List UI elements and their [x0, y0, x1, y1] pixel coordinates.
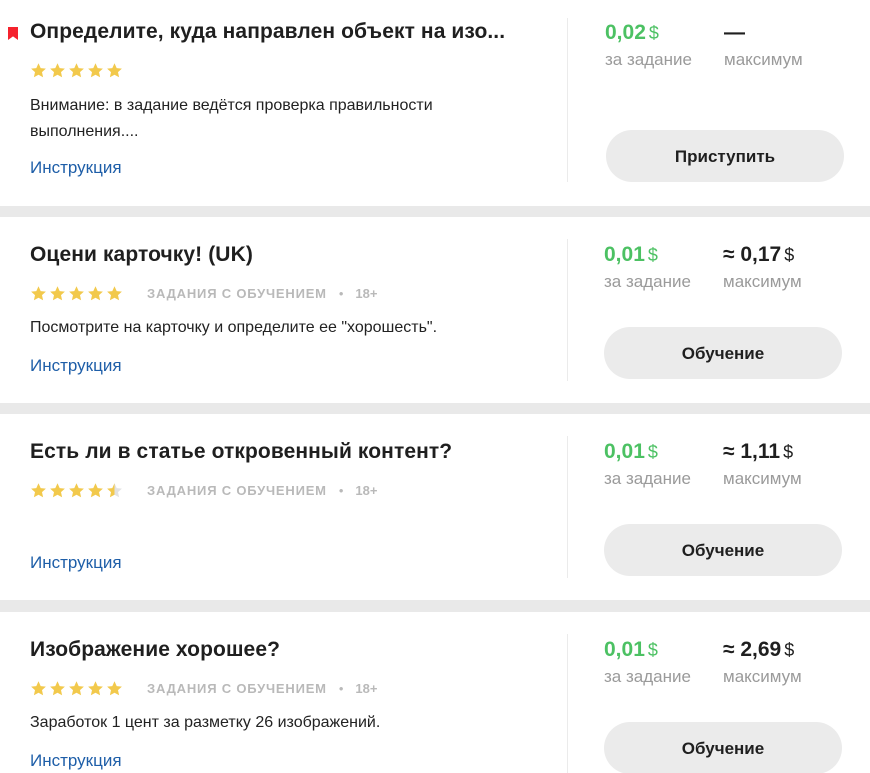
price-per-task: 0,01 $ за задание — [604, 440, 691, 489]
task-meta: ЗАДАНИЯ С ОБУЧЕНИЕМ • 18+ — [30, 283, 377, 303]
max-value: — — [724, 21, 745, 44]
price-currency: $ — [647, 640, 658, 660]
separator-dot: • — [338, 285, 344, 301]
task-list: Определите, куда направлен объект на изо… — [0, 0, 870, 773]
price-label: за задание — [604, 272, 691, 291]
star-icon — [49, 285, 68, 302]
max-earnings: ≈ 0,17 $ максимум — [723, 243, 802, 292]
price-label: за задание — [605, 50, 692, 69]
star-icon — [49, 680, 68, 697]
separator-dot: • — [338, 482, 344, 498]
task-description: Заработок 1 цент за разметку 26 изображе… — [30, 714, 381, 731]
star-icon — [68, 62, 87, 79]
rating-stars — [30, 285, 125, 302]
instruction-link[interactable]: Инструкция — [30, 158, 122, 178]
task-description: Посмотрите на карточку и определите ее "… — [30, 319, 438, 336]
price-per-task: 0,01 $ за задание — [604, 243, 691, 292]
task-title[interactable]: Есть ли в статье откровенный контент? — [30, 440, 452, 464]
training-tag: ЗАДАНИЯ С ОБУЧЕНИЕМ — [147, 285, 327, 301]
price-per-task: 0,02 $ за задание — [605, 21, 692, 70]
star-icon — [68, 680, 87, 697]
star-icon — [87, 62, 106, 79]
training-button[interactable]: Обучение — [604, 722, 842, 773]
star-icon — [106, 285, 125, 302]
star-icon — [106, 62, 125, 79]
star-icon — [87, 680, 106, 697]
price-label: за задание — [604, 667, 691, 686]
star-icon — [106, 482, 125, 499]
max-currency: $ — [783, 442, 794, 462]
star-icon — [87, 482, 106, 499]
max-currency: $ — [784, 640, 795, 660]
price-currency: $ — [648, 23, 659, 43]
task-description: Внимание: в задание ведётся проверка пра… — [30, 97, 433, 140]
start-task-button[interactable]: Приступить — [606, 130, 844, 182]
star-icon — [30, 482, 49, 499]
price-value: 0,01 — [604, 243, 645, 266]
star-icon — [106, 680, 125, 697]
price-per-task: 0,01 $ за задание — [604, 638, 691, 687]
price-value: 0,01 — [604, 638, 645, 661]
star-icon — [30, 62, 49, 79]
max-earnings: ≈ 1,11 $ максимум — [723, 440, 802, 489]
price-value: 0,01 — [604, 440, 645, 463]
max-earnings: — максимум — [724, 21, 803, 70]
training-tag: ЗАДАНИЯ С ОБУЧЕНИЕМ — [147, 482, 327, 498]
rating-stars — [30, 680, 125, 697]
bookmark-icon[interactable] — [8, 27, 18, 40]
max-value: ≈ 2,69 — [723, 638, 782, 661]
column-divider — [567, 18, 568, 182]
star-icon — [30, 285, 49, 302]
task-title[interactable]: Изображение хорошее? — [30, 638, 280, 662]
price-currency: $ — [647, 245, 658, 265]
age-badge: 18+ — [355, 680, 378, 696]
training-button[interactable]: Обучение — [604, 327, 842, 379]
price-value: 0,02 — [605, 21, 646, 44]
task-meta: ЗАДАНИЯ С ОБУЧЕНИЕМ • 18+ — [30, 480, 377, 500]
task-card: Оцени карточку! (UK) ЗАДАНИЯ С ОБУЧЕНИЕМ… — [0, 217, 870, 403]
star-icon — [68, 285, 87, 302]
max-label: максимум — [723, 667, 802, 686]
training-tag: ЗАДАНИЯ С ОБУЧЕНИЕМ — [147, 680, 327, 696]
price-label: за задание — [604, 469, 691, 488]
rating-stars — [30, 62, 125, 79]
task-title[interactable]: Оцени карточку! (UK) — [30, 243, 253, 267]
column-divider — [567, 634, 568, 773]
star-icon — [49, 482, 68, 499]
task-card: Определите, куда направлен объект на изо… — [0, 0, 870, 206]
instruction-link[interactable]: Инструкция — [30, 356, 122, 376]
task-card: Есть ли в статье откровенный контент? ЗА… — [0, 414, 870, 600]
training-button[interactable]: Обучение — [604, 524, 842, 576]
task-card: Изображение хорошее? ЗАДАНИЯ С ОБУЧЕНИЕМ… — [0, 612, 870, 773]
age-badge: 18+ — [355, 285, 378, 301]
max-label: максимум — [724, 50, 803, 69]
task-title[interactable]: Определите, куда направлен объект на изо… — [30, 20, 505, 44]
instruction-link[interactable]: Инструкция — [30, 553, 122, 573]
max-currency: $ — [784, 245, 795, 265]
max-label: максимум — [723, 272, 802, 291]
price-currency: $ — [647, 442, 658, 462]
max-value: ≈ 0,17 — [723, 243, 782, 266]
task-meta — [30, 60, 125, 80]
instruction-link[interactable]: Инструкция — [30, 751, 122, 771]
separator-dot: • — [338, 680, 344, 696]
max-value: ≈ 1,11 — [723, 440, 781, 463]
star-icon — [87, 285, 106, 302]
rating-stars — [30, 482, 125, 499]
star-icon — [68, 482, 87, 499]
task-meta: ЗАДАНИЯ С ОБУЧЕНИЕМ • 18+ — [30, 678, 377, 698]
star-icon — [30, 680, 49, 697]
star-icon — [49, 62, 68, 79]
max-earnings: ≈ 2,69 $ максимум — [723, 638, 802, 687]
column-divider — [567, 239, 568, 381]
age-badge: 18+ — [355, 482, 378, 498]
column-divider — [567, 436, 568, 578]
max-label: максимум — [723, 469, 802, 488]
